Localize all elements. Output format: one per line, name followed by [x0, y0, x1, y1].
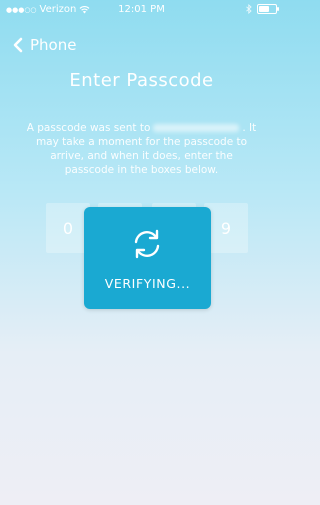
- sync-icon: [134, 229, 160, 259]
- verifying-overlay: VERIFYING...: [84, 207, 211, 309]
- verifying-label: VERIFYING...: [104, 276, 191, 291]
- redacted-phone-number: [153, 124, 240, 132]
- chevron-left-icon: [13, 37, 23, 53]
- status-time: 12:01 PM: [118, 4, 165, 15]
- instructions-before: A passcode was sent to: [26, 122, 151, 134]
- back-button-label: Phone: [30, 36, 77, 54]
- instructions-text: A passcode was sent to. It may take a mo…: [26, 121, 257, 177]
- status-bar: ●●●○○ Verizon 12:01 PM: [0, 0, 283, 20]
- bluetooth-icon: [246, 4, 252, 14]
- status-right: [246, 4, 279, 14]
- battery-level: [259, 6, 269, 12]
- back-button[interactable]: Phone: [10, 36, 76, 54]
- page-title: Enter Passcode: [69, 70, 214, 91]
- battery-icon: [257, 4, 279, 14]
